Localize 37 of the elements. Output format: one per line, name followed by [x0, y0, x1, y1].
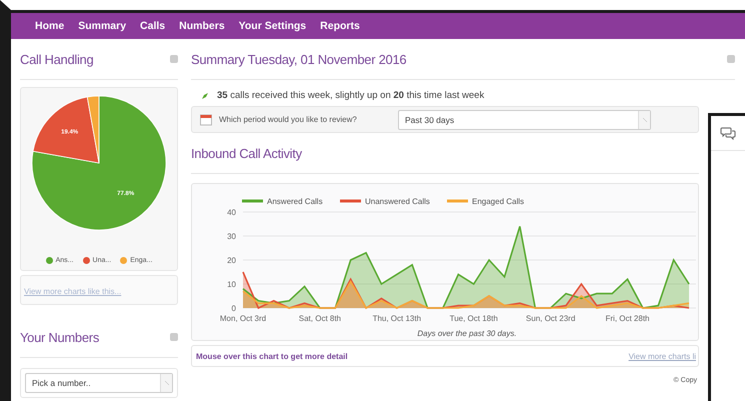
nav-link[interactable]: Reports [320, 20, 360, 32]
collapse-icon[interactable] [727, 55, 735, 63]
caret-icon [638, 110, 650, 128]
axis-tick-label: 20 [227, 256, 236, 265]
number-select[interactable]: Pick a number.. [25, 373, 173, 393]
stats-text: 35 calls received this week, slightly up on 20 this time last week [217, 90, 484, 101]
legend-label: Answered Calls [267, 197, 323, 206]
axis-tick-label: 10 [227, 280, 236, 289]
nav-link[interactable]: Home [35, 20, 64, 32]
axis-tick-label: 40 [227, 208, 236, 217]
axis-tick-label: Fri, Oct 28th [606, 314, 650, 323]
collapse-icon[interactable] [170, 55, 178, 63]
axis-title: Days over the past 30 days. [417, 329, 517, 338]
nav-link[interactable]: Calls [140, 20, 166, 32]
axis-tick-label: 30 [227, 232, 236, 241]
axis-tick-label: Mon, Oct 3rd [220, 314, 266, 323]
period-select[interactable]: Past 30 days [398, 110, 651, 130]
section-title: Inbound Call Activity [191, 146, 302, 160]
collapse-icon[interactable] [170, 333, 178, 341]
axis-tick-label: Thu, Oct 13th [372, 314, 422, 323]
panel-title: Your Numbers [20, 330, 100, 344]
caret-icon [160, 374, 172, 392]
legend-label: Unanswered Calls [365, 197, 430, 206]
axis-tick-label: Sat, Oct 8th [298, 314, 342, 323]
period-label: Which period would you like to review? [219, 115, 358, 124]
panel-title: Summary Tuesday, 01 November 2016 [191, 52, 406, 66]
hint-text: Mouse over this chart to get more detail [196, 352, 348, 360]
chat-icon[interactable] [720, 126, 736, 140]
nav-link[interactable]: Numbers [179, 20, 225, 32]
axis-tick-label: 0 [232, 304, 236, 313]
calendar-icon [200, 114, 212, 126]
axis-tick-label: Tue, Oct 18th [450, 314, 498, 323]
legend-label: Engaged Calls [472, 197, 524, 206]
nav-link[interactable]: Summary [78, 20, 126, 32]
nav-link[interactable]: Your Settings [238, 20, 306, 32]
panel-title: Call Handling [20, 52, 94, 66]
axis-tick-label: Sun, Oct 23rd [526, 314, 576, 323]
